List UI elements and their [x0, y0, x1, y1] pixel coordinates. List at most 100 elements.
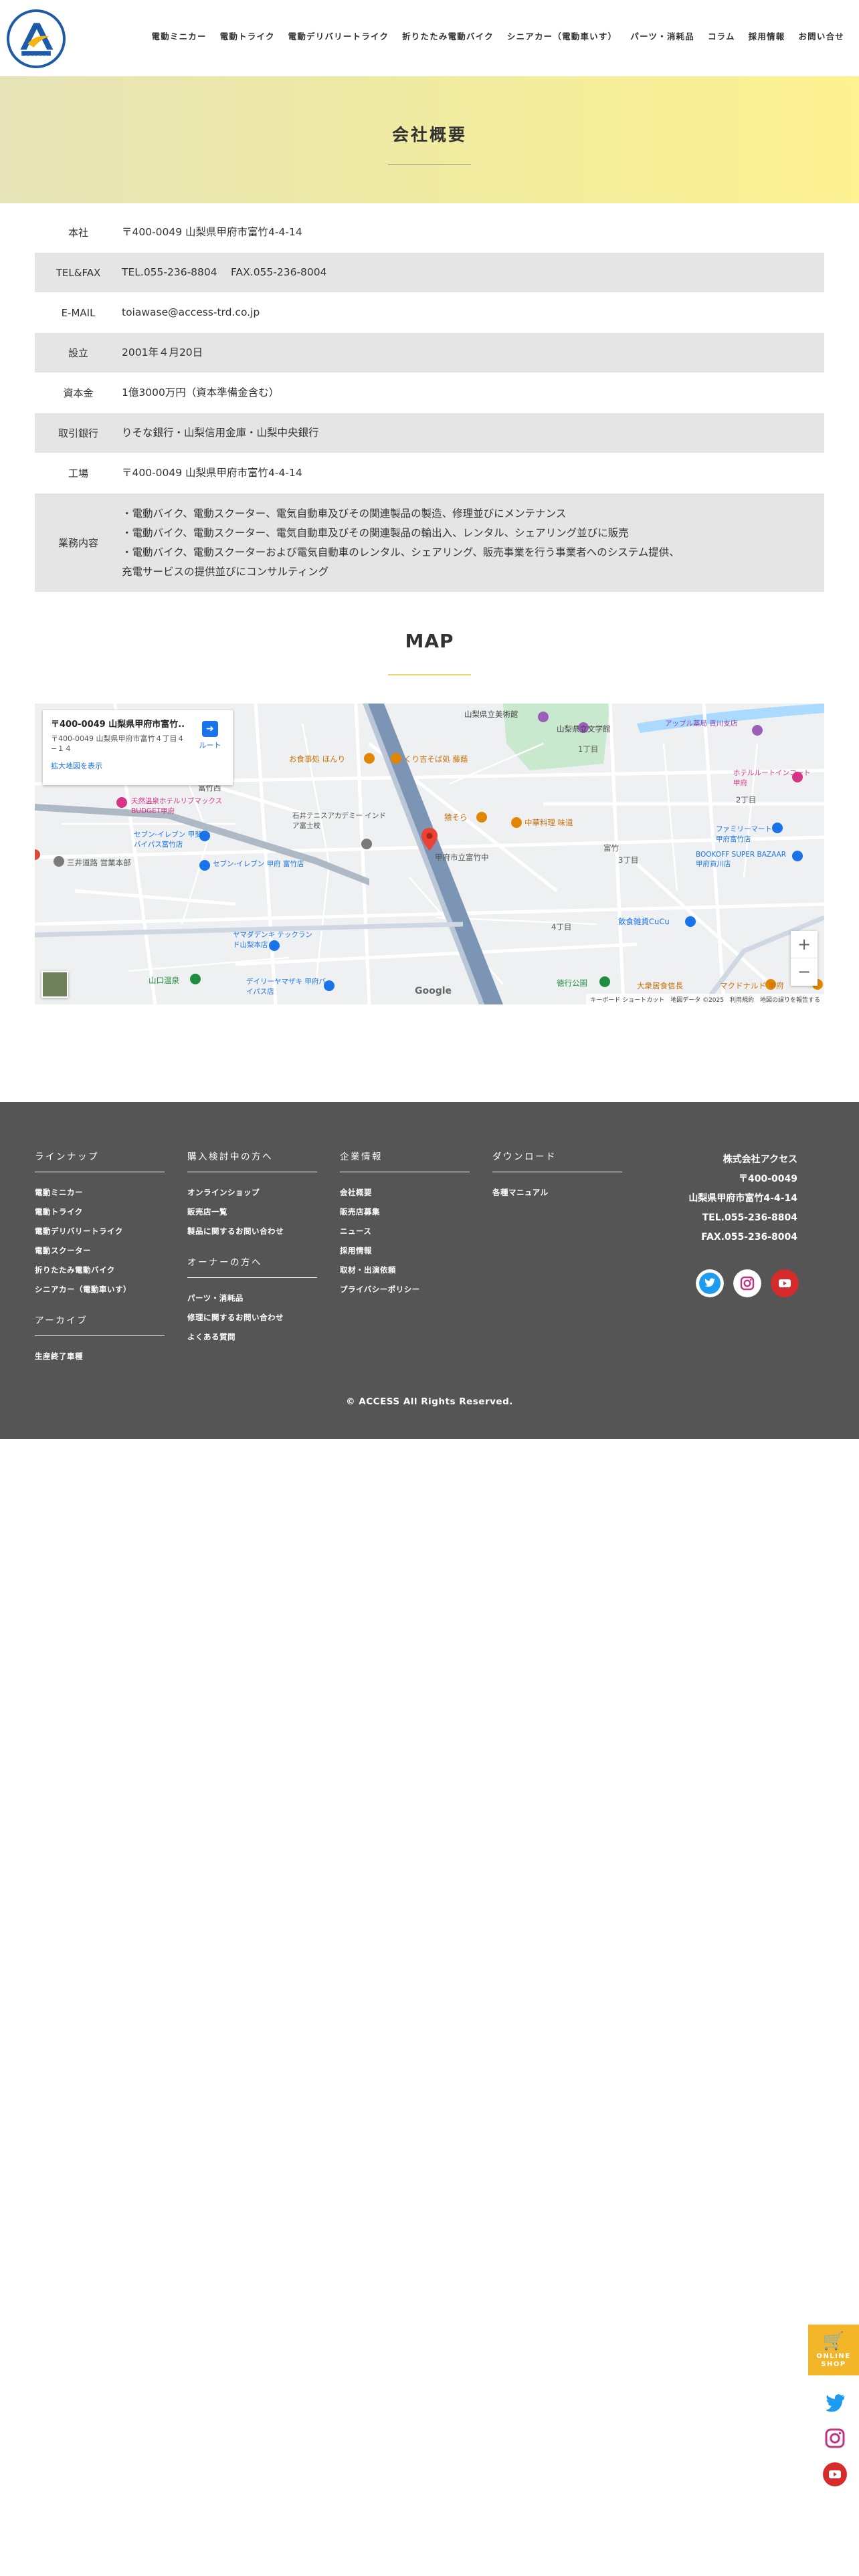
table-row: E-MAIL toiawase@access-trd.co.jp [35, 293, 824, 333]
zoom-in-button[interactable]: + [791, 931, 818, 958]
footer-link[interactable]: 電動デリバリートライク [35, 1222, 165, 1241]
footer-link[interactable]: 電動トライク [35, 1202, 165, 1222]
footer-link[interactable]: 生産終了車種 [35, 1347, 165, 1366]
route-button[interactable]: ➜ ルート [197, 721, 223, 750]
instagram-icon[interactable] [823, 2426, 847, 2450]
map-label: セブン-イレブン 甲斐バイパス富竹店 [134, 831, 202, 849]
footer-link[interactable]: プライバシーポリシー [340, 1280, 470, 1299]
nav-contact[interactable]: お問い合せ [791, 29, 851, 42]
footer-link[interactable]: 折りたたみ電動バイク [35, 1261, 165, 1280]
footer-link[interactable]: 各種マニュアル [492, 1183, 622, 1202]
cart-icon: 🛒 [822, 2331, 845, 2351]
map-label: マクドナルド 甲府 [720, 981, 784, 990]
company-table: 本社 〒400-0049 山梨県甲府市富竹4-4-14 TEL&FAX TEL.… [35, 213, 824, 593]
google-logo: Google [415, 986, 452, 996]
footer-link[interactable]: ニュース [340, 1222, 470, 1241]
row-value: ・電動バイク、電動スクーター、電気自動車及びその関連製品の製造、修理並びにメンテ… [122, 504, 824, 582]
youtube-icon[interactable] [823, 2462, 847, 2486]
map-label: 3丁目 [618, 855, 639, 865]
footer-link[interactable]: パーツ・消耗品 [187, 1289, 317, 1308]
map-card-title: 〒400-0049 山梨県甲府市富竹... [51, 720, 185, 730]
map-label: 飲食雑貨CuCu [618, 917, 670, 926]
map-label: BOOKOFF SUPER BAZAAR 甲府貢川店 [696, 851, 787, 868]
twitter-icon[interactable] [696, 1269, 724, 1297]
footer-company-info: 株式会社アクセス 〒400-0049 山梨県甲府市富竹4-4-14 TEL.05… [688, 1150, 797, 1247]
nav-folding-bike[interactable]: 折りたたみ電動バイク [395, 29, 500, 42]
enlarge-map-link[interactable]: 拡大地図を表示 [51, 760, 225, 771]
online-shop-button[interactable]: 🛒 ONLINE SHOP [808, 2325, 859, 2375]
footer-col-download: ダウンロード 各種マニュアル [492, 1149, 622, 1202]
nav-parts[interactable]: パーツ・消耗品 [624, 29, 701, 42]
footer-link[interactable]: 販売店募集 [340, 1202, 470, 1222]
map-label: 大衆居食信長 [637, 981, 683, 990]
footer-link[interactable]: 製品に関するお問い合わせ [187, 1222, 317, 1241]
footer-heading: 購入検討中の方へ [187, 1149, 317, 1172]
business-line: ・電動バイク、電動スクーター、電気自動車及びその関連製品の製造、修理並びにメンテ… [122, 507, 567, 520]
map-label: 1丁目 [578, 744, 599, 754]
nav-electric-minicar[interactable]: 電動ミニカー [145, 29, 213, 42]
email-link[interactable]: toiawase@access-trd.co.jp [122, 303, 824, 322]
business-line: 充電サービスの提供並びにコンサルティング [122, 565, 329, 578]
company-postal: 〒400-0049 [739, 1174, 797, 1184]
twitter-icon[interactable] [823, 2390, 847, 2414]
footer-link[interactable]: 修理に関するお問い合わせ [187, 1308, 317, 1327]
footer-link[interactable]: 電動ミニカー [35, 1183, 165, 1202]
footer-link[interactable]: 採用情報 [340, 1241, 470, 1261]
site-footer: ラインナップ 電動ミニカー 電動トライク 電動デリバリートライク 電動スクーター… [0, 1102, 859, 1439]
business-line: ・電動バイク、電動スクーター、電気自動車及びその関連製品の輸出入、レンタル、シェ… [122, 526, 629, 539]
row-label: 本社 [68, 227, 88, 239]
row-label: TEL&FAX [56, 266, 101, 279]
nav-delivery-trike[interactable]: 電動デリバリートライク [282, 29, 395, 42]
footer-heading: ラインナップ [35, 1149, 165, 1172]
google-map[interactable]: 山梨県立美術館 山梨県立文学館 アップル薬局 貢川支店 お食事処 ほんり くり吉… [35, 704, 824, 1004]
nav-column[interactable]: コラム [701, 29, 742, 42]
map-label: 中華料理 味道 [524, 818, 573, 827]
satellite-toggle[interactable] [41, 971, 68, 998]
table-row: 取引銀行 りそな銀行・山梨信用金庫・山梨中央銀行 [35, 413, 824, 453]
instagram-icon[interactable] [733, 1269, 761, 1297]
zoom-out-button[interactable]: − [791, 958, 818, 986]
page-title: 会社概要 [391, 125, 467, 144]
footer-link[interactable]: シニアカー（電動車いす） [35, 1280, 165, 1299]
row-value: TEL.055-236-8804 FAX.055-236-8004 [122, 266, 327, 278]
footer-link[interactable]: よくある質問 [187, 1327, 317, 1347]
table-row: 設立 2001年４月20日 [35, 333, 824, 373]
row-value: 1億3000万円（資本準備金含む） [122, 387, 280, 399]
row-label: 資本金 [63, 387, 94, 399]
row-value: 〒400-0049 山梨県甲府市富竹4-4-14 [122, 226, 302, 238]
map-label: アップル薬局 貢川支店 [665, 720, 738, 728]
youtube-icon[interactable] [771, 1269, 799, 1297]
nav-senior-car[interactable]: シニアカー（電動車いす） [500, 29, 624, 42]
footer-col-corporate: 企業情報 会社概要 販売店募集 ニュース 採用情報 取材・出演依頼 プライバシー… [340, 1149, 470, 1299]
nav-recruit[interactable]: 採用情報 [742, 29, 792, 42]
map-label: 山梨県立文学館 [557, 724, 611, 734]
footer-link[interactable]: オンラインショップ [187, 1183, 317, 1202]
map-label: 4丁目 [551, 922, 572, 932]
map-label: 山梨県立美術館 [464, 710, 518, 719]
location-pin-icon[interactable] [421, 828, 438, 851]
footer-link[interactable]: 取材・出演依頼 [340, 1261, 470, 1280]
map-label: くり吉そば処 藤蔭 [404, 754, 468, 764]
map-label: ホテルルートインコート甲府 [733, 769, 811, 787]
row-value: 2001年４月20日 [122, 346, 203, 358]
map-label: 三井道路 営業本部 [67, 858, 131, 867]
company-tel[interactable]: TEL.055-236-8804 [688, 1208, 797, 1228]
shop-label: ONLINE [816, 2353, 851, 2360]
map-attribution[interactable]: キーボード ショートカット 地図データ ©2025 利用規約 地図の誤りを報告す… [586, 994, 824, 1004]
logo-text: ACCESS [24, 55, 49, 60]
row-label: 工場 [68, 467, 88, 479]
map-label: セブン-イレブン 甲府 富竹店 [213, 860, 304, 868]
table-row: 本社 〒400-0049 山梨県甲府市富竹4-4-14 [35, 213, 824, 253]
footer-link[interactable]: 電動スクーター [35, 1241, 165, 1261]
map-card-address: 〒400-0049 山梨県甲府市富竹４丁目４−１４ [51, 734, 185, 753]
row-value: 〒400-0049 山梨県甲府市富竹4-4-14 [122, 467, 302, 479]
map-label: 山口温泉 [149, 976, 179, 985]
directions-icon: ➜ [202, 721, 218, 737]
footer-link[interactable]: 会社概要 [340, 1183, 470, 1202]
map-label: 天然温泉ホテルリブマックスBUDGET甲府 [131, 797, 223, 815]
map-label: 石井テニスアカデミー インドア富士校 [292, 812, 386, 830]
site-logo[interactable]: ACCESS [7, 9, 66, 68]
footer-link[interactable]: 販売店一覧 [187, 1202, 317, 1222]
nav-electric-trike[interactable]: 電動トライク [213, 29, 282, 42]
map-label: ファミリーマート 甲府富竹店 [716, 825, 772, 843]
